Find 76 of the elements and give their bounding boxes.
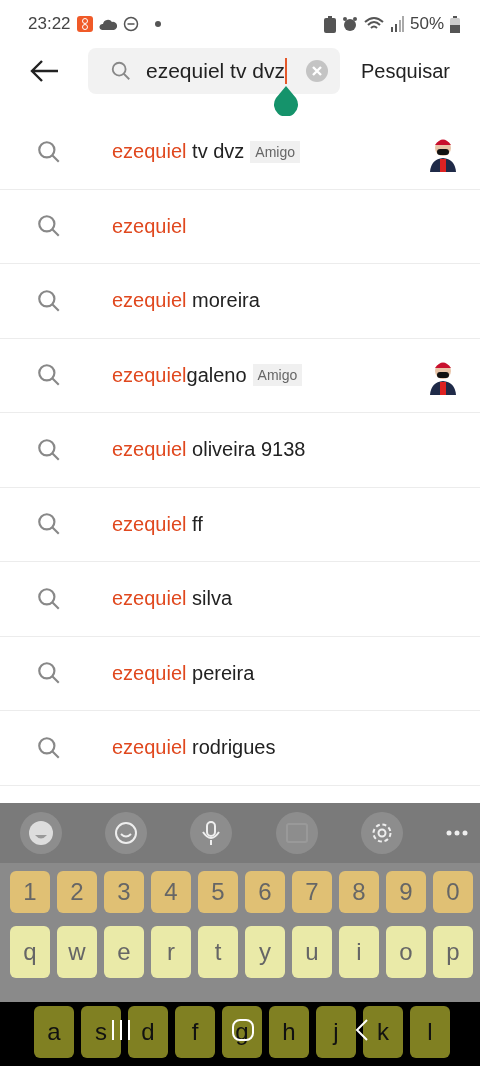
friend-tag: Amigo	[250, 140, 300, 163]
suggestion-text: ezequiel silva	[112, 587, 233, 611]
suggestion-row[interactable]: ezequiel ff	[0, 487, 480, 562]
settings-icon[interactable]	[360, 812, 403, 854]
keyboard-key[interactable]: 8	[339, 871, 379, 913]
do-not-disturb-icon	[122, 16, 139, 32]
search-field[interactable]: ezequiel tv dvz	[88, 48, 340, 94]
keyboard-key[interactable]: 1	[10, 871, 50, 913]
sticker-icon[interactable]	[105, 812, 148, 854]
keyboard-key[interactable]: l	[410, 1006, 450, 1058]
signal-icon	[389, 16, 404, 32]
suggestion-text: ezequiel tv dvz	[112, 140, 245, 164]
keyboard-key[interactable]: q	[10, 926, 50, 978]
cloud-icon	[98, 18, 117, 30]
microphone-icon[interactable]	[190, 812, 233, 854]
keyboard-key[interactable]: r	[151, 926, 191, 978]
keyboard-key[interactable]: i	[339, 926, 379, 978]
keyboard-key[interactable]: 5	[198, 871, 238, 913]
suggestion-text: ezequiel pereira	[112, 661, 255, 685]
app-icon	[76, 16, 93, 32]
search-icon	[110, 60, 132, 82]
keyboard-key[interactable]: s	[81, 1006, 121, 1058]
suggestion-text: ezequiel rodrigues	[112, 736, 276, 760]
suggestion-row[interactable]: ezequiel oliveira 9138	[0, 413, 480, 488]
search-icon	[36, 734, 62, 761]
keyboard-key[interactable]: 9	[386, 871, 426, 913]
alarm-icon	[341, 16, 358, 32]
keyboard-key[interactable]: y	[245, 926, 285, 978]
keyboard-key[interactable]: 6	[245, 871, 285, 913]
keyboard-key[interactable]: t	[198, 926, 238, 978]
dot-icon	[154, 21, 161, 27]
search-icon	[36, 138, 62, 165]
keyboard-key[interactable]: e	[104, 926, 144, 978]
suggestion-row[interactable]: ezequiel pereira	[0, 636, 480, 711]
keyboard-key[interactable]: a	[34, 1006, 74, 1058]
suggestion-row[interactable]: ezequiel moreira	[0, 264, 480, 339]
keyboard-key[interactable]: 7	[292, 871, 332, 913]
keyboard-key[interactable]: p	[433, 926, 473, 978]
keyboard-key[interactable]: 2	[57, 871, 97, 913]
battery-saver-icon	[323, 15, 336, 33]
suggestion-text: ezequielgaleno	[112, 363, 247, 387]
suggestion-text: ezequiel	[112, 214, 187, 238]
emoji-face-icon[interactable]	[20, 812, 62, 854]
keyboard-key[interactable]: j	[316, 1006, 356, 1058]
suggestion-text: ezequiel ff	[112, 512, 203, 536]
keyboard-key[interactable]: 3	[104, 871, 144, 913]
friend-tag: Amigo	[252, 364, 303, 387]
cursor-handle[interactable]	[272, 86, 300, 116]
back-icon[interactable]	[354, 1018, 371, 1042]
recent-apps-icon[interactable]	[109, 1018, 132, 1040]
search-icon	[36, 436, 62, 463]
keyboard-key[interactable]: 0	[433, 871, 473, 913]
keyboard-key[interactable]: d	[128, 1006, 168, 1058]
battery-icon	[450, 15, 460, 33]
suggestion-row[interactable]: ezequiel silva	[0, 562, 480, 637]
suggestion-row[interactable]: ezequielgaleno Amigo	[0, 338, 480, 413]
keyboard-key[interactable]: k	[363, 1006, 403, 1058]
back-arrow-icon	[29, 59, 59, 83]
keyboard-key[interactable]: 4	[151, 871, 191, 913]
keyboard-key[interactable]: h	[269, 1006, 309, 1058]
more-icon[interactable]	[445, 830, 468, 836]
search-text: ezequiel tv dvz	[146, 59, 285, 83]
search-icon	[36, 585, 62, 612]
suggestion-row[interactable]: ezequiel rodrigues	[0, 711, 480, 786]
keyboard-key[interactable]: f	[175, 1006, 215, 1058]
keyboard-key[interactable]: u	[292, 926, 332, 978]
suggestion-row[interactable]: ezequiel	[0, 189, 480, 264]
status-time: 23:22	[28, 14, 71, 34]
suggestion-row[interactable]: ezequiel tv dvz Amigo	[0, 115, 480, 190]
search-icon	[36, 287, 62, 314]
search-button[interactable]: Pesquisar	[361, 48, 450, 94]
keyboard-key[interactable]: o	[386, 926, 426, 978]
suggestion-text: ezequiel moreira	[112, 289, 260, 313]
battery-percent: 50%	[409, 14, 444, 34]
keyboard-key[interactable]: w	[57, 926, 97, 978]
suggestion-text: ezequiel oliveira 9138	[112, 438, 306, 462]
